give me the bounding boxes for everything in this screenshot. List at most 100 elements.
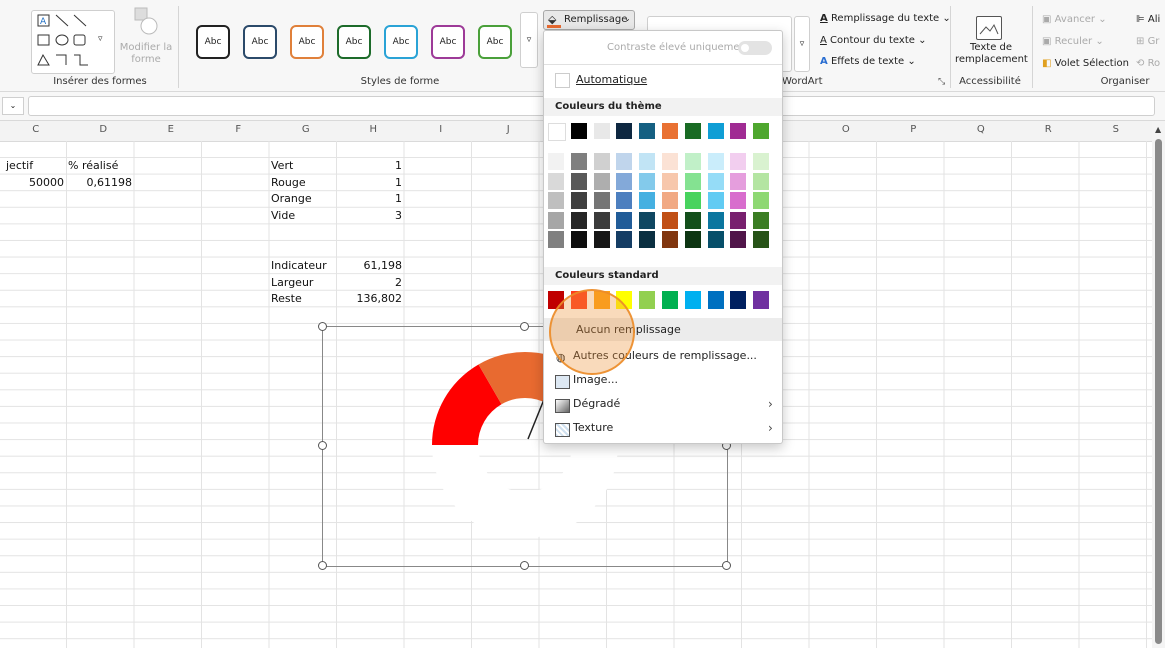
- theme-shade-swatch[interactable]: [570, 231, 587, 248]
- cell-h-row[interactable]: 61,198: [340, 259, 403, 272]
- theme-shade-swatch[interactable]: [616, 172, 633, 190]
- cell-g-row[interactable]: Largeur: [271, 276, 313, 289]
- theme-shade-swatch[interactable]: [570, 211, 587, 229]
- align-button[interactable]: ⊫ Ali: [1136, 14, 1160, 25]
- theme-shade-swatch[interactable]: [548, 231, 564, 248]
- theme-shade-swatch[interactable]: [753, 153, 770, 170]
- cell-g-row[interactable]: Vide: [271, 209, 295, 222]
- theme-shade-swatch[interactable]: [593, 192, 610, 209]
- automatic-option[interactable]: Automatique: [576, 73, 647, 86]
- theme-color-swatch[interactable]: [639, 123, 656, 139]
- theme-shade-swatch[interactable]: [593, 153, 610, 170]
- theme-shade-swatch[interactable]: [593, 231, 610, 248]
- cell-g-row[interactable]: Rouge: [271, 176, 306, 189]
- theme-shade-swatch[interactable]: [593, 172, 610, 190]
- cell-g-row[interactable]: Indicateur: [271, 259, 327, 272]
- standard-color-swatch[interactable]: [730, 291, 747, 309]
- resize-handle[interactable]: [318, 441, 327, 450]
- theme-shade-swatch[interactable]: [570, 172, 587, 190]
- theme-shade-swatch[interactable]: [684, 192, 701, 209]
- shape-style-black[interactable]: Abc: [196, 25, 230, 59]
- bring-forward-button[interactable]: ▣ Avancer ⌄: [1042, 14, 1107, 25]
- theme-shade-swatch[interactable]: [639, 211, 656, 229]
- resize-handle[interactable]: [520, 561, 529, 570]
- resize-handle[interactable]: [318, 561, 327, 570]
- fill-button[interactable]: ⬙ Remplissage ⌄: [543, 10, 635, 30]
- column-header[interactable]: R: [1015, 124, 1083, 135]
- theme-shade-swatch[interactable]: [707, 192, 724, 209]
- theme-color-swatch[interactable]: [662, 123, 678, 139]
- theme-shade-swatch[interactable]: [662, 172, 678, 190]
- column-header[interactable]: J: [475, 124, 543, 135]
- styles-more-button[interactable]: ▿: [520, 12, 538, 68]
- column-header[interactable]: O: [812, 124, 880, 135]
- shape-style-blue[interactable]: Abc: [384, 25, 418, 59]
- selection-pane-button[interactable]: ◧ Volet Sélection: [1042, 58, 1129, 69]
- shape-style-orange[interactable]: Abc: [290, 25, 324, 59]
- theme-shade-swatch[interactable]: [684, 231, 701, 248]
- theme-shade-swatch[interactable]: [639, 192, 656, 209]
- column-header[interactable]: E: [137, 124, 205, 135]
- cell-h-row[interactable]: 3: [340, 209, 402, 222]
- theme-shade-swatch[interactable]: [639, 153, 656, 170]
- theme-color-swatch[interactable]: [730, 123, 747, 139]
- theme-color-swatch[interactable]: [753, 123, 770, 139]
- theme-shade-swatch[interactable]: [639, 231, 656, 248]
- column-header[interactable]: S: [1082, 124, 1150, 135]
- shape-style-green[interactable]: Abc: [337, 25, 371, 59]
- gauge-segment-vide[interactable]: [432, 445, 618, 538]
- theme-shade-swatch[interactable]: [730, 172, 747, 190]
- shapes-gallery[interactable]: A ▿: [31, 10, 115, 74]
- text-effects-button[interactable]: A Effets de texte ⌄: [820, 56, 916, 67]
- theme-shade-swatch[interactable]: [707, 172, 724, 190]
- modify-shape-button[interactable]: Modifier la forme: [119, 42, 173, 66]
- cell-c-value[interactable]: 50000: [6, 176, 64, 189]
- texture-option[interactable]: Texture: [573, 421, 613, 434]
- standard-color-swatch[interactable]: [662, 291, 678, 309]
- theme-shade-swatch[interactable]: [730, 192, 747, 209]
- theme-shade-swatch[interactable]: [684, 172, 701, 190]
- vertical-scrollbar[interactable]: ▲: [1152, 121, 1165, 648]
- resize-handle[interactable]: [520, 322, 529, 331]
- theme-shade-swatch[interactable]: [684, 211, 701, 229]
- column-header[interactable]: P: [880, 124, 948, 135]
- column-header[interactable]: C: [2, 124, 70, 135]
- alt-text-button[interactable]: Texte de remplacement: [955, 42, 1028, 66]
- theme-shade-swatch[interactable]: [662, 153, 678, 170]
- theme-shade-swatch[interactable]: [639, 172, 656, 190]
- cell-h-row[interactable]: 1: [340, 159, 402, 172]
- text-outline-button[interactable]: A Contour du texte ⌄: [820, 35, 926, 46]
- theme-shade-swatch[interactable]: [662, 192, 678, 209]
- theme-shade-swatch[interactable]: [707, 231, 724, 248]
- theme-shade-swatch[interactable]: [753, 192, 770, 209]
- theme-shade-swatch[interactable]: [730, 211, 747, 229]
- group-button[interactable]: ⊞ Gr: [1136, 36, 1159, 47]
- cell-g-row[interactable]: Orange: [271, 192, 312, 205]
- theme-color-swatch[interactable]: [684, 123, 701, 139]
- scroll-up-icon[interactable]: ▲: [1155, 125, 1161, 134]
- cell-c-header[interactable]: jectif: [6, 159, 33, 172]
- column-header[interactable]: D: [70, 124, 138, 135]
- theme-color-swatch[interactable]: [593, 123, 610, 139]
- wordart-more-button[interactable]: ▿: [794, 16, 810, 72]
- dialog-launcher-icon[interactable]: ⤡: [938, 77, 945, 87]
- theme-color-swatch[interactable]: [707, 123, 724, 139]
- theme-shade-swatch[interactable]: [730, 153, 747, 170]
- standard-color-swatch[interactable]: [707, 291, 724, 309]
- resize-handle[interactable]: [318, 322, 327, 331]
- theme-shade-swatch[interactable]: [616, 211, 633, 229]
- cell-d-header[interactable]: % réalisé: [68, 159, 118, 172]
- send-backward-button[interactable]: ▣ Reculer ⌄: [1042, 36, 1104, 47]
- resize-handle[interactable]: [722, 561, 731, 570]
- name-box-dropdown[interactable]: ⌄: [2, 97, 24, 115]
- theme-shade-swatch[interactable]: [548, 192, 564, 209]
- theme-shade-swatch[interactable]: [570, 192, 587, 209]
- image-option[interactable]: Image...: [573, 373, 618, 386]
- theme-shade-swatch[interactable]: [616, 153, 633, 170]
- theme-shade-swatch[interactable]: [662, 231, 678, 248]
- theme-shade-swatch[interactable]: [753, 172, 770, 190]
- theme-color-swatch[interactable]: [616, 123, 633, 139]
- gradient-option[interactable]: Dégradé: [573, 397, 620, 410]
- cell-h-row[interactable]: 1: [340, 176, 402, 189]
- scroll-thumb[interactable]: [1155, 139, 1162, 644]
